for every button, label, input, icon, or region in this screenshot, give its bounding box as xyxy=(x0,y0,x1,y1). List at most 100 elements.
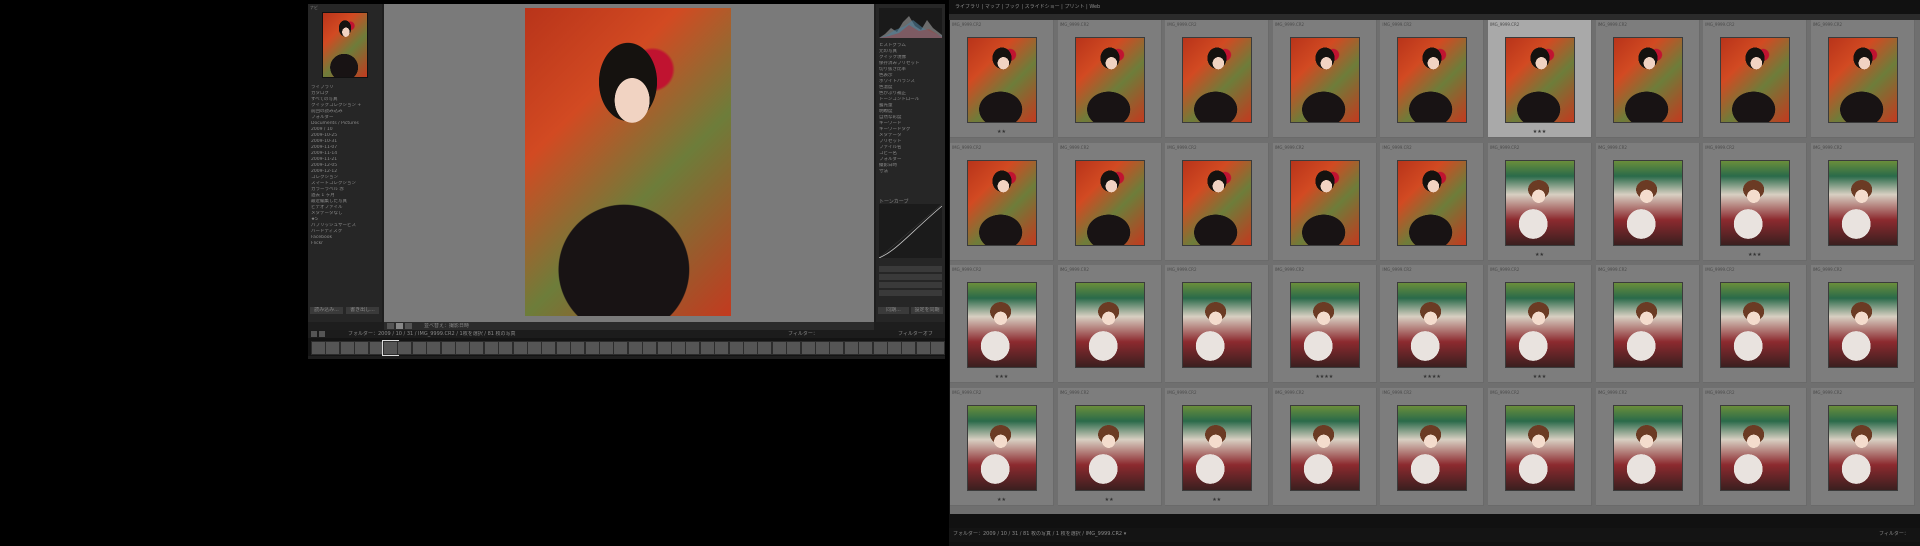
filmstrip-thumbnail[interactable] xyxy=(728,341,744,355)
filmstrip-thumbnail[interactable] xyxy=(771,341,787,355)
filmstrip-thumbnail[interactable] xyxy=(440,341,456,355)
grid-thumbnail-cell[interactable]: IMG_9999.CR2 xyxy=(1380,20,1485,138)
thumbnail-rating[interactable]: ★★ xyxy=(1058,497,1161,503)
thumbnail-image[interactable] xyxy=(1613,38,1682,122)
loupe-view-icon[interactable] xyxy=(396,323,403,329)
toolbar-sort-label[interactable]: 並べ替え：撮影日時 xyxy=(424,323,469,329)
filmstrip-thumbnail[interactable] xyxy=(368,341,384,355)
filmstrip-thumbnail[interactable] xyxy=(613,341,629,355)
grid-thumbnail-cell[interactable]: IMG_9999.CR2 xyxy=(1165,142,1270,261)
filmstrip-thumbnail[interactable] xyxy=(325,341,341,355)
thumbnail-image[interactable] xyxy=(1290,38,1359,122)
grid-thumbnail-cell[interactable]: IMG_9999.CR2 ★★★ xyxy=(1488,265,1592,383)
thumbnail-image[interactable] xyxy=(1398,405,1467,490)
main-photo[interactable] xyxy=(525,8,731,316)
thumbnail-rating[interactable]: ★★ xyxy=(1488,252,1591,258)
filmstrip-thumbnail[interactable] xyxy=(714,341,730,355)
filmstrip-thumbnail[interactable] xyxy=(858,341,874,355)
grid-thumbnail-cell[interactable]: IMG_9999.CR2 ★★★ xyxy=(950,265,1054,383)
filmstrip-thumbnail[interactable] xyxy=(498,341,514,355)
right-panel-item[interactable]: 寸法 xyxy=(879,169,942,174)
grid-view-icon[interactable] xyxy=(387,323,394,329)
left-panel-item[interactable]: Documents / Pictures xyxy=(311,121,379,126)
right-panel-item[interactable]: ヒストグラム xyxy=(879,43,942,48)
filmstrip-grid-icon[interactable] xyxy=(319,331,325,337)
import-button[interactable]: 読み込み... xyxy=(310,307,343,314)
filmstrip-page-icon[interactable] xyxy=(311,331,317,337)
thumbnail-rating[interactable]: ★★★ xyxy=(1703,252,1806,258)
left-panel-item[interactable]: 前回の読み込み xyxy=(311,109,379,114)
thumbnail-image[interactable] xyxy=(1506,38,1574,122)
filmstrip-thumbnail[interactable] xyxy=(555,341,571,355)
filmstrip-thumbnail[interactable] xyxy=(800,341,816,355)
filmstrip-thumbnail[interactable] xyxy=(901,341,917,355)
right-panel-item[interactable]: メタデータ xyxy=(879,133,942,138)
left-panel-item[interactable]: クイックコレクション + xyxy=(311,103,379,108)
right-panel-item[interactable]: プリセット xyxy=(879,139,942,144)
grid-thumbnail-cell[interactable]: IMG_9999.CR2 xyxy=(1165,20,1270,138)
left-panel-item[interactable]: 2009-11-14 xyxy=(311,151,379,156)
thumbnail-rating[interactable]: ★★★★ xyxy=(1273,374,1376,380)
left-panel-item[interactable]: 2009-11-07 xyxy=(311,145,379,150)
export-button[interactable]: 書き出し... xyxy=(346,307,379,314)
left-panel-item[interactable]: 2009-12-05 xyxy=(311,163,379,168)
thumbnail-image[interactable] xyxy=(1828,160,1897,245)
filmstrip-thumbnail[interactable] xyxy=(671,341,686,355)
grid-thumbnail-cell[interactable]: IMG_9999.CR2 xyxy=(1488,387,1592,506)
right-panel-item[interactable]: フォルダー xyxy=(879,157,942,162)
thumbnail-image[interactable] xyxy=(1506,405,1574,490)
thumbnail-image[interactable] xyxy=(1613,160,1682,245)
sync-settings-button[interactable]: 設定を同期 xyxy=(911,307,943,314)
sync-button[interactable]: 同期... xyxy=(878,307,909,314)
thumbnail-image[interactable] xyxy=(1075,405,1144,490)
thumbnail-image[interactable] xyxy=(1290,160,1359,245)
thumbnail-image[interactable] xyxy=(1506,283,1574,367)
grid-thumbnail-cell[interactable]: IMG_9999.CR2 xyxy=(1810,20,1915,138)
filmstrip-thumbnail[interactable] xyxy=(383,341,398,355)
filmstrip-thumbnail[interactable] xyxy=(339,341,355,355)
right-panel-item[interactable]: 保存済みプリセット xyxy=(879,61,942,66)
thumbnail-image[interactable] xyxy=(1721,38,1790,122)
left-panel-item[interactable]: 2009-12-12 xyxy=(311,169,379,174)
filmstrip-thumbnail[interactable] xyxy=(627,341,643,355)
thumbnail-image[interactable] xyxy=(1828,405,1897,490)
left-panel-item[interactable]: パブリッシュサービス xyxy=(311,223,379,228)
left-panel-item[interactable]: 2009-10-25 xyxy=(311,133,379,138)
filmstrip-thumbnail[interactable] xyxy=(642,341,658,355)
navigator-preview[interactable] xyxy=(323,13,367,77)
grid-thumbnail-cell[interactable]: IMG_9999.CR2 xyxy=(1057,265,1162,383)
filmstrip-thumbnail[interactable] xyxy=(872,341,888,355)
right-panel-item[interactable]: 撮影日時 xyxy=(879,163,942,168)
filmstrip-thumbnail[interactable] xyxy=(915,341,931,355)
thumbnail-image[interactable] xyxy=(968,38,1036,122)
grid-thumbnail-cell[interactable]: IMG_9999.CR2 xyxy=(1703,387,1808,506)
thumbnail-image[interactable] xyxy=(1721,283,1790,367)
tone-curve-graph[interactable] xyxy=(878,203,943,259)
thumbnail-image[interactable] xyxy=(1398,160,1467,245)
filmstrip-thumbnail[interactable] xyxy=(483,341,499,355)
left-panel-item[interactable]: コレクション xyxy=(311,175,379,180)
thumbnail-rating[interactable]: ★★★ xyxy=(1488,374,1591,380)
filmstrip-thumbnail[interactable] xyxy=(584,341,600,355)
thumbnail-image[interactable] xyxy=(1075,283,1144,367)
left-panel-item[interactable]: 最近編集した写真 xyxy=(311,199,379,204)
filmstrip-thumbnail[interactable] xyxy=(685,341,701,355)
right-panel-item[interactable]: 元の写真 xyxy=(879,49,942,54)
thumbnail-image[interactable] xyxy=(1828,38,1897,122)
grid-thumbnail-cell[interactable]: IMG_9999.CR2 xyxy=(1380,142,1485,261)
right-panel-item[interactable]: トーンコントロール xyxy=(879,97,942,102)
thumbnail-image[interactable] xyxy=(1506,160,1574,245)
thumbnail-image[interactable] xyxy=(1828,283,1897,367)
left-panel-item[interactable]: ★5 xyxy=(311,217,379,222)
right-panel-item[interactable]: キーワード xyxy=(879,121,942,126)
grid-thumbnail-cell[interactable]: IMG_9999.CR2 xyxy=(1272,142,1377,261)
left-panel-item[interactable]: Flickr xyxy=(311,241,379,246)
filmstrip-thumbnail[interactable] xyxy=(599,341,614,355)
right-panel-item[interactable]: 露光量 xyxy=(879,103,942,108)
grid-thumbnail-cell[interactable]: IMG_9999.CR2 ★★ xyxy=(1165,387,1270,506)
left-panel-item[interactable]: ライブラリ xyxy=(311,85,379,90)
filmstrip-thumbnail[interactable] xyxy=(570,341,586,355)
filmstrip-thumbnail[interactable] xyxy=(656,341,672,355)
thumbnail-rating[interactable]: ★★ xyxy=(1165,497,1268,503)
thumbnail-image[interactable] xyxy=(1183,38,1252,122)
